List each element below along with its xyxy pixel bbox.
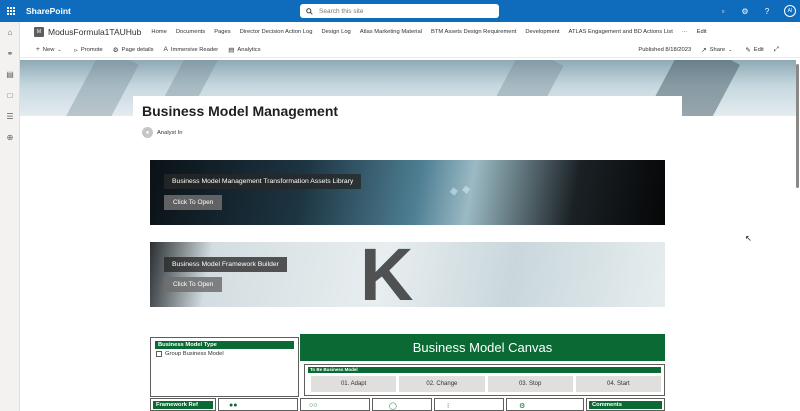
page-title: Business Model Management <box>142 103 339 119</box>
click-to-open-button[interactable]: Click To Open <box>164 277 223 292</box>
nav-documents[interactable]: Documents <box>176 29 205 35</box>
author-name[interactable]: Analyst In <box>157 130 182 136</box>
people-icon: ●● <box>229 402 238 409</box>
comments-header: Comments <box>589 401 662 409</box>
tile-title: Business Model Framework Builder <box>164 257 287 272</box>
step-change[interactable]: 02. Change <box>399 376 485 392</box>
canvas-cell: ⁝ <box>434 398 504 411</box>
page-details-button[interactable]: ⚙ Page details <box>113 46 154 54</box>
drop-icon: ◯ <box>389 403 397 410</box>
create-icon[interactable]: ⊕ <box>0 127 20 148</box>
home-icon[interactable]: ⌂ <box>0 22 20 43</box>
to-be-business-model-panel: To Be Business Model 01. Adapt 02. Chang… <box>304 364 665 396</box>
app-name[interactable]: SharePoint <box>26 6 71 16</box>
reader-icon: A <box>163 46 168 53</box>
settings-icon[interactable]: ⚙ <box>740 7 750 16</box>
edit-button[interactable]: ✎ Edit <box>745 46 763 54</box>
user-avatar[interactable]: AI <box>784 5 796 17</box>
help-icon[interactable]: ? <box>762 7 772 16</box>
search-box[interactable] <box>300 4 499 18</box>
search-input[interactable] <box>319 7 489 15</box>
analytics-icon: ▤ <box>228 46 235 54</box>
app-launcher-icon[interactable] <box>0 0 22 22</box>
analytics-button[interactable]: ▤ Analytics <box>228 46 260 54</box>
network-icon: ○○ <box>309 402 318 409</box>
business-model-type-header: Business Model Type <box>155 341 294 349</box>
immersive-reader-button[interactable]: A Immersive Reader <box>164 46 219 53</box>
new-button[interactable]: + New ⌄ <box>36 46 65 53</box>
mouse-cursor-icon: ↖ <box>745 234 752 243</box>
app-bar: ⌂ ⚭ ▤ □ ☰ ⊕ <box>0 22 20 411</box>
canvas-cell: ◯ <box>372 398 432 411</box>
chart-icon: ⁝ <box>447 403 450 410</box>
step-stop[interactable]: 03. Stop <box>487 376 573 392</box>
framework-builder-tile[interactable]: K Business Model Framework Builder Click… <box>150 242 665 307</box>
expand-icon[interactable]: ⤢ <box>774 46 782 54</box>
checkbox[interactable] <box>156 351 162 357</box>
document-icon[interactable]: □ <box>0 85 20 106</box>
command-bar: + New ⌄ ▹ Promote ⚙ Page details A Immersive … <box>20 42 800 58</box>
scrollbar-thumb[interactable] <box>796 64 799 188</box>
site-title[interactable]: ModusFormula1TAUHub <box>48 27 141 37</box>
nav-more[interactable]: ··· <box>682 29 688 35</box>
search-icon <box>306 7 313 15</box>
gear-icon: ⚙ <box>112 46 119 54</box>
to-be-header: To Be Business Model <box>308 367 661 373</box>
author-avatar[interactable]: ● <box>142 127 153 138</box>
promote-button[interactable]: ▹ Promote <box>75 46 103 54</box>
nav-atlas-engagement[interactable]: ATLAS Engagement and BD Actions List <box>569 29 673 35</box>
nav-home[interactable]: Home <box>151 29 166 35</box>
megaphone-icon: ▹ <box>74 46 78 54</box>
plus-icon: + <box>36 46 40 53</box>
chevron-down-icon: ⌄ <box>57 46 62 53</box>
comments-panel: Comments <box>586 398 665 411</box>
chevron-down-icon: ⌄ <box>728 47 733 53</box>
click-to-open-button[interactable]: Click To Open <box>164 195 223 210</box>
site-header: M ModusFormula1TAUHub Home Documents Pag… <box>20 22 800 42</box>
author-row: ● Analyst In <box>142 127 182 138</box>
framework-ref-panel: Framework Ref <box>150 398 216 411</box>
pencil-icon: ✎ <box>745 47 751 54</box>
framework-ref-header: Framework Ref <box>153 401 213 409</box>
suite-bar: SharePoint ▫ ⚙ ? AI <box>0 0 800 22</box>
nav-edit[interactable]: Edit <box>697 29 707 35</box>
tile-title: Business Model Management Transformation… <box>164 174 362 189</box>
nav-atlas-marketing-material[interactable]: Atlas Marketing Material <box>360 29 422 35</box>
list-icon[interactable]: ☰ <box>0 106 20 127</box>
published-status: Published 8/18/2023 <box>638 47 692 53</box>
nav-development[interactable]: Development <box>525 29 559 35</box>
nav-pages[interactable]: Pages <box>214 29 230 35</box>
canvas-cell: ●● <box>218 398 298 411</box>
assets-library-tile[interactable]: ◈ ◈ Business Model Management Transforma… <box>150 160 665 225</box>
nav-btm-assets-design-requirement[interactable]: BTM Assets Design Requirement <box>431 29 516 35</box>
title-region: Business Model Management ● Analyst In <box>133 96 682 144</box>
step-adapt[interactable]: 01. Adapt <box>311 376 397 392</box>
globe-icon[interactable]: ⚭ <box>0 43 20 64</box>
megaphone-icon[interactable]: ▫ <box>718 7 728 16</box>
feed-icon[interactable]: ▤ <box>0 64 20 85</box>
canvas-cell: ⚙ <box>506 398 584 411</box>
share-icon: ↗ <box>701 47 707 54</box>
group-business-model-option[interactable]: Group Business Model <box>151 351 298 357</box>
nav-director-decision-action-log[interactable]: Director Decision Action Log <box>240 29 313 35</box>
canvas-title: Business Model Canvas <box>300 334 665 361</box>
share-button[interactable]: ↗ Share ⌄ <box>701 46 735 54</box>
step-start[interactable]: 04. Start <box>575 376 661 392</box>
canvas-cell: ○○ <box>300 398 370 411</box>
business-model-type-panel: Business Model Type Group Business Model <box>150 337 299 397</box>
nav-design-log[interactable]: Design Log <box>321 29 350 35</box>
hub-nav: Home Documents Pages Director Decision A… <box>151 29 715 35</box>
gear-icon: ⚙ <box>519 403 526 410</box>
site-logo[interactable]: M <box>34 27 44 37</box>
